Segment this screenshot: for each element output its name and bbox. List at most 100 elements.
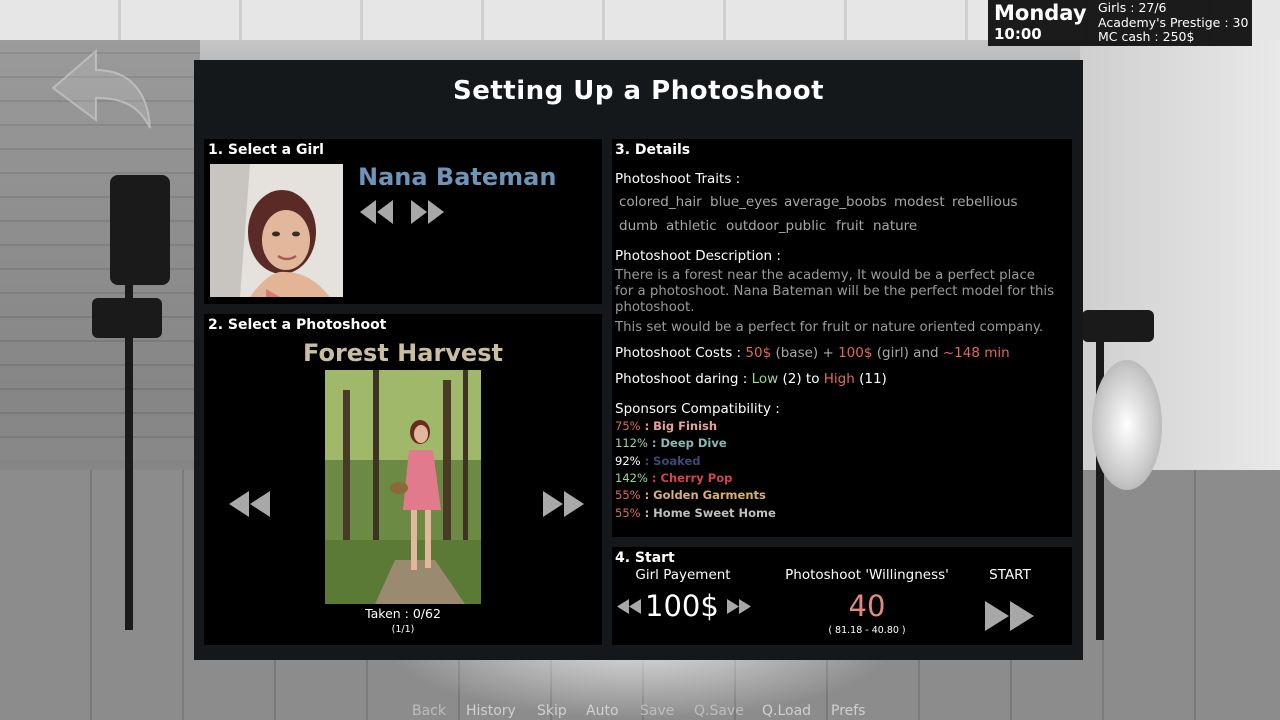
description-text: for a photoshoot. Nana Bateman will be t…	[615, 284, 1055, 299]
girls-count: Girls : 27/6	[1098, 0, 1167, 15]
trait-tag: outdoor_public	[726, 218, 827, 234]
sponsor-separator: :	[640, 488, 654, 503]
sponsor-percent: 112%	[615, 436, 648, 451]
photoshoot-name: Forest Harvest	[303, 339, 503, 367]
menu-history[interactable]: History	[466, 703, 516, 719]
decrease-payment-button[interactable]	[616, 598, 642, 615]
double-chevron-right-icon	[727, 599, 751, 614]
trait-tag: nature	[873, 218, 918, 234]
sponsor-separator: :	[640, 419, 654, 433]
menu-auto[interactable]: Auto	[586, 703, 619, 719]
willingness-label: Photoshoot 'Willingness'	[785, 567, 949, 583]
sponsor-name: Golden Garments	[653, 488, 766, 503]
studio-light-left	[110, 175, 170, 285]
traits-label: Photoshoot Traits :	[615, 171, 741, 187]
reflector	[1092, 360, 1162, 490]
double-chevron-right-icon	[985, 601, 1034, 631]
menu-back[interactable]: Back	[412, 703, 446, 719]
trait-tag: colored_hair	[619, 194, 702, 210]
menu-skip[interactable]: Skip	[537, 703, 567, 719]
daring-low-value: (2) to	[778, 371, 824, 387]
start-label: START	[989, 567, 1031, 583]
sponsor-name: Home Sweet Home	[653, 505, 776, 520]
studio-light-right	[1082, 310, 1154, 342]
sponsor-percent: 75%	[615, 419, 641, 433]
description-text: There is a forest near the academy, It w…	[615, 268, 1035, 283]
sponsor-name: Big Finish	[653, 419, 718, 433]
photoshoot-preview[interactable]	[325, 370, 481, 604]
trait-tag: rebellious	[952, 194, 1018, 210]
daring-high-value: (11)	[854, 371, 887, 387]
sponsors-label: Sponsors Compatibility :	[615, 401, 780, 417]
sponsor-row: 55% : Home Sweet Home	[615, 506, 776, 520]
details-heading: 3. Details	[615, 142, 691, 158]
daring-low: Low	[751, 371, 779, 387]
day-label: Monday	[994, 1, 1087, 25]
sponsor-separator: :	[640, 505, 654, 520]
sponsor-row: 92% : Soaked	[615, 454, 701, 468]
sponsor-row: 142% : Cherry Pop	[615, 471, 732, 485]
trait-tag: fruit	[836, 218, 864, 234]
double-chevron-right-icon	[543, 491, 584, 517]
cost-time: ~148 min	[942, 345, 1010, 361]
daring-label: Photoshoot daring :	[615, 371, 752, 387]
sponsor-name: Cherry Pop	[660, 470, 733, 485]
willingness-range: ( 81.18 - 40.80 )	[828, 625, 906, 636]
menu-prefs[interactable]: Prefs	[831, 703, 865, 719]
trait-tag: blue_eyes	[710, 194, 778, 210]
cash-stat: MC cash : 250$	[1098, 29, 1195, 44]
double-chevron-left-icon	[229, 491, 270, 517]
time-label: 10:00	[994, 25, 1042, 43]
start-button[interactable]	[984, 600, 1036, 632]
description-text: This set would be a perfect for fruit or…	[615, 320, 1044, 335]
girl-portrait[interactable]	[210, 164, 343, 297]
sponsor-percent: 55%	[615, 505, 641, 520]
prev-photoshoot-button[interactable]	[227, 490, 271, 518]
double-chevron-right-icon	[411, 200, 444, 224]
girl-name: Nana Bateman	[358, 163, 557, 191]
sponsor-percent: 142%	[615, 470, 648, 485]
sponsor-name: Deep Dive	[660, 436, 727, 451]
sponsor-row: 75% : Big Finish	[615, 419, 717, 433]
cost-girl: 100$	[838, 345, 873, 361]
back-arrow-icon[interactable]	[48, 46, 158, 136]
menu-qsave[interactable]: Q.Save	[694, 703, 744, 719]
cost-base: 50$	[745, 345, 772, 361]
costs-label: Photoshoot Costs :	[615, 345, 746, 361]
double-chevron-left-icon	[360, 200, 393, 224]
payment-label: Girl Payement	[635, 567, 731, 583]
taken-count: Taken : 0/62	[365, 606, 441, 621]
sponsor-separator: :	[640, 453, 654, 468]
studio-light-left-lower	[92, 298, 162, 338]
sponsor-percent: 92%	[615, 453, 641, 468]
increase-payment-button[interactable]	[726, 598, 752, 615]
select-girl-heading: 1. Select a Girl	[208, 142, 324, 158]
sponsor-percent: 55%	[615, 488, 641, 503]
next-photoshoot-button[interactable]	[542, 490, 586, 518]
prev-girl-button[interactable]	[358, 199, 394, 225]
taken-sub: (1/1)	[391, 624, 415, 635]
trait-tag: athletic	[666, 218, 717, 234]
daring-high: High	[823, 371, 855, 387]
next-girl-button[interactable]	[410, 199, 446, 225]
sponsor-separator: :	[647, 470, 661, 485]
menu-save[interactable]: Save	[640, 703, 674, 719]
sponsor-row: 55% : Golden Garments	[615, 488, 766, 502]
page-title: Setting Up a Photoshoot	[452, 76, 825, 106]
description-text: photoshoot.	[615, 300, 695, 315]
prestige-stat: Academy's Prestige : 30	[1098, 15, 1249, 30]
trait-tag: modest	[894, 194, 945, 210]
select-photoshoot-heading: 2. Select a Photoshoot	[208, 317, 387, 333]
start-heading: 4. Start	[615, 550, 675, 566]
description-label: Photoshoot Description :	[615, 248, 781, 264]
sponsor-name: Soaked	[653, 453, 701, 468]
cost-girl-note: (girl) and	[872, 345, 943, 361]
payment-value: 100$	[645, 589, 719, 623]
menu-qload[interactable]: Q.Load	[762, 703, 811, 719]
costs-line: Photoshoot Costs : 50$ (base) + 100$ (gi…	[615, 345, 1010, 361]
double-chevron-left-icon	[617, 599, 641, 614]
sponsor-separator: :	[647, 436, 661, 451]
trait-tag: dumb	[619, 218, 658, 234]
willingness-value: 40	[848, 589, 886, 623]
daring-line: Photoshoot daring : Low (2) to High (11)	[615, 371, 887, 387]
